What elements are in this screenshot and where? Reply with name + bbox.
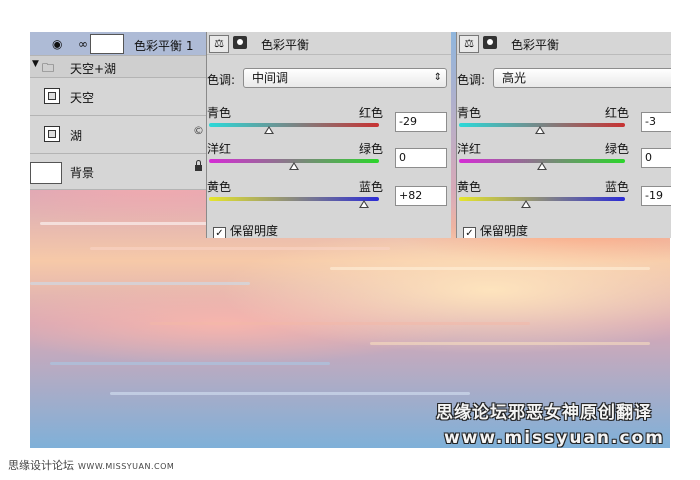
slider-thumb[interactable] [521,200,532,208]
checkbox-checked-icon[interactable]: ✓ [463,227,476,238]
footer-url[interactable]: WWW.MISSYUAN.COM [78,462,174,471]
slider-value-field[interactable]: +82 [395,186,447,206]
watermark-url: www.missyuan.com [444,428,665,448]
slider-right-label: 蓝色 [605,180,630,194]
layer-name: 天空 [70,91,95,105]
slider-left-label: 青色 [457,106,482,120]
tone-label: 色调: [457,73,486,87]
smart-object-icon [44,88,60,104]
slider-right-label: 红色 [359,106,384,120]
cloud-streak [90,247,390,250]
tone-label: 色调: [207,73,236,87]
panel-header: ⚖ 色彩平衡 [207,32,451,55]
panel-header: ⚖ 色彩平衡 [457,32,671,55]
checkbox-checked-icon[interactable]: ✓ [213,227,226,238]
layer-row-background[interactable]: 背景 [30,154,206,190]
footer-credit: 思缘设计论坛 WWW.MISSYUAN.COM [8,457,174,473]
cloud-streak [370,342,650,345]
layer-row-lake[interactable]: 湖 © [30,116,206,154]
cloud-streak [30,282,250,285]
effects-icon[interactable]: © [193,124,204,137]
lock-icon [195,160,202,171]
folder-icon: 🗀 [42,61,55,75]
tone-select-value: 中间调 [252,71,289,85]
eye-icon[interactable]: ◉ [52,37,62,51]
slider-value-field[interactable]: 0 [641,148,671,168]
panel-title: 色彩平衡 [261,38,310,52]
slider-thumb[interactable] [264,126,275,134]
slider-thumb[interactable] [289,162,299,170]
slider-right-label: 绿色 [605,142,630,156]
color-balance-icon: ⚖ [459,35,479,53]
slider-thumb[interactable] [358,200,369,208]
preserve-label: 保留明度 [480,224,529,238]
chevron-down-icon[interactable]: ▼ [32,59,39,69]
cloud-streak [50,362,330,365]
mask-icon[interactable] [233,36,247,49]
tone-select[interactable]: 中间调 ⇕ [243,68,447,88]
color-balance-panel-midtones: ⚖ 色彩平衡 色调: 中间调 ⇕ 青色 红色 -29 洋红 绿色 0 黄色 蓝色… [206,32,451,238]
slider-value-field[interactable]: -19 [641,186,671,206]
mask-icon[interactable] [483,36,497,49]
color-balance-panel-highlights: ⚖ 色彩平衡 色调: 高光 青色 红色 -3 洋红 绿色 0 黄色 蓝色 -19… [456,32,671,238]
cloud-streak [110,392,470,395]
slider-magenta-green: 洋红 绿色 0 [457,140,671,176]
slider-track[interactable] [209,123,379,127]
preserve-luminosity-checkbox[interactable]: ✓ 保留明度 [213,222,278,238]
slider-left-label: 黄色 [207,180,232,194]
slider-track[interactable] [209,197,379,201]
watermark-text: 思缘论坛邪恶女神原创翻译 [436,403,652,423]
slider-right-label: 绿色 [359,142,384,156]
slider-cyan-red: 青色 红色 -29 [207,104,451,140]
layers-panel: ◉ ∞ 色彩平衡 1 ▼ 🗀 天空+湖 天空 湖 © 背景 [30,32,207,190]
layer-thumbnail [30,162,62,184]
color-balance-icon: ⚖ [209,35,229,53]
slider-thumb[interactable] [534,126,545,134]
slider-right-label: 红色 [605,106,630,120]
smart-object-icon [44,126,60,142]
slider-left-label: 洋红 [207,142,232,156]
layer-name: 色彩平衡 1 [134,39,194,53]
slider-left-label: 黄色 [457,180,482,194]
layer-row-sky[interactable]: 天空 [30,78,206,116]
slider-value-field[interactable]: -29 [395,112,447,132]
preserve-label: 保留明度 [230,224,279,238]
preserve-luminosity-checkbox[interactable]: ✓ 保留明度 [463,222,528,238]
slider-yellow-blue: 黄色 蓝色 +82 [207,178,451,214]
slider-value-field[interactable]: -3 [641,112,671,132]
cloud-streak [330,267,650,270]
chevron-updown-icon: ⇕ [433,72,442,83]
slider-track[interactable] [459,197,625,201]
panel-title: 色彩平衡 [511,38,560,52]
slider-left-label: 洋红 [457,142,482,156]
tone-select-value: 高光 [502,71,527,85]
layer-row-color-balance[interactable]: ◉ ∞ 色彩平衡 1 [30,32,206,56]
group-name: 天空+湖 [70,62,117,76]
layer-group-row[interactable]: ▼ 🗀 天空+湖 [30,56,206,78]
layer-name: 背景 [70,166,95,180]
slider-left-label: 青色 [207,106,232,120]
slider-magenta-green: 洋红 绿色 0 [207,140,451,176]
footer-site-name: 思缘设计论坛 [8,459,74,472]
slider-cyan-red: 青色 红色 -3 [457,104,671,140]
layer-name: 湖 [70,129,83,143]
cloud-streak [150,322,530,325]
chain-link-icon: ∞ [78,37,88,51]
slider-thumb[interactable] [537,162,547,170]
tone-select[interactable]: 高光 [493,68,671,88]
slider-right-label: 蓝色 [359,180,384,194]
layer-mask-thumbnail[interactable] [90,34,124,54]
slider-value-field[interactable]: 0 [395,148,447,168]
slider-yellow-blue: 黄色 蓝色 -19 [457,178,671,214]
